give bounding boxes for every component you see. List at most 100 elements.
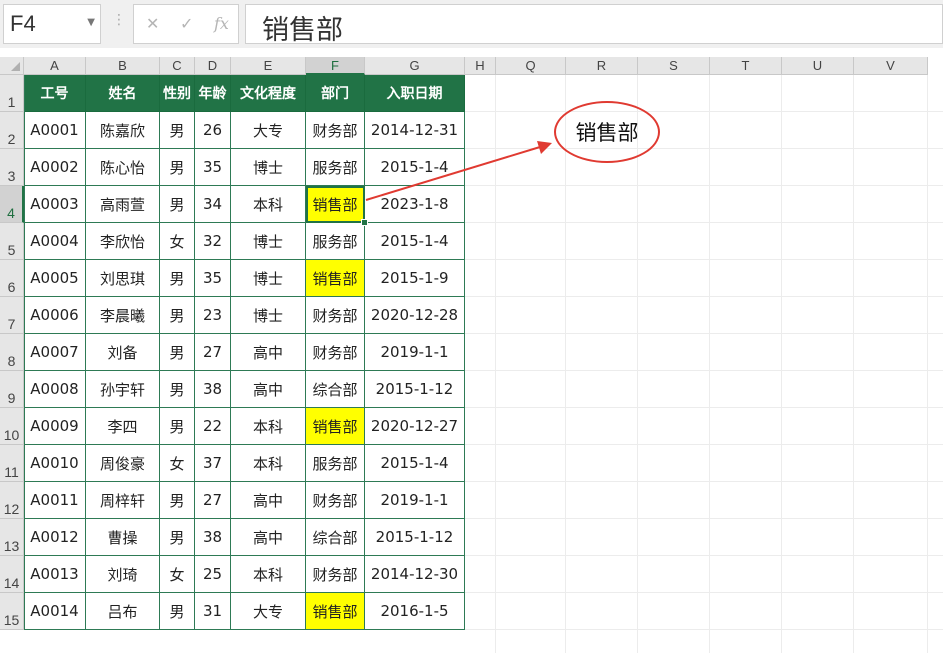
- row-header-12[interactable]: 12: [0, 482, 24, 519]
- table-header-cell[interactable]: 入职日期: [365, 75, 465, 112]
- table-cell[interactable]: 22: [195, 408, 231, 445]
- table-cell[interactable]: 2014-12-31: [365, 112, 465, 149]
- table-cell[interactable]: 财务部: [306, 556, 365, 593]
- table-cell[interactable]: 高中: [231, 482, 306, 519]
- table-cell[interactable]: 37: [195, 445, 231, 482]
- table-cell[interactable]: 本科: [231, 445, 306, 482]
- formula-input[interactable]: 销售部: [245, 4, 943, 46]
- drag-handle-icon[interactable]: ⋮: [112, 12, 126, 28]
- table-cell[interactable]: A0009: [24, 408, 86, 445]
- row-header-3[interactable]: 3: [0, 149, 24, 186]
- row-header-13[interactable]: 13: [0, 519, 24, 556]
- table-cell[interactable]: A0013: [24, 556, 86, 593]
- row-header-6[interactable]: 6: [0, 260, 24, 297]
- table-cell[interactable]: 财务部: [306, 334, 365, 371]
- table-header-cell[interactable]: 性别: [160, 75, 195, 112]
- row-header-14[interactable]: 14: [0, 556, 24, 593]
- column-header-s[interactable]: S: [638, 57, 710, 75]
- column-header-g[interactable]: G: [365, 57, 465, 75]
- row-header-4[interactable]: 4: [0, 186, 24, 223]
- fill-handle[interactable]: [361, 219, 368, 226]
- table-cell[interactable]: 2015-1-12: [365, 519, 465, 556]
- table-cell[interactable]: 博士: [231, 223, 306, 260]
- table-cell[interactable]: 陈嘉欣: [86, 112, 160, 149]
- chevron-down-icon[interactable]: ▼: [87, 17, 95, 28]
- column-header-d[interactable]: D: [195, 57, 231, 75]
- table-cell[interactable]: 男: [160, 186, 195, 223]
- table-cell[interactable]: A0003: [24, 186, 86, 223]
- table-cell[interactable]: 周梓轩: [86, 482, 160, 519]
- table-cell[interactable]: 31: [195, 593, 231, 630]
- table-cell[interactable]: 博士: [231, 260, 306, 297]
- table-cell[interactable]: 2015-1-12: [365, 371, 465, 408]
- table-cell[interactable]: 2019-1-1: [365, 482, 465, 519]
- table-cell[interactable]: 男: [160, 519, 195, 556]
- row-header-15[interactable]: 15: [0, 593, 24, 630]
- confirm-icon[interactable]: ✓: [180, 14, 193, 33]
- table-cell[interactable]: 女: [160, 556, 195, 593]
- table-cell[interactable]: 35: [195, 260, 231, 297]
- table-cell[interactable]: 男: [160, 593, 195, 630]
- table-cell[interactable]: 男: [160, 408, 195, 445]
- table-cell[interactable]: 财务部: [306, 482, 365, 519]
- table-cell[interactable]: 35: [195, 149, 231, 186]
- table-cell[interactable]: 大专: [231, 112, 306, 149]
- fx-icon[interactable]: fx: [214, 14, 229, 33]
- table-cell[interactable]: A0012: [24, 519, 86, 556]
- row-header-9[interactable]: 9: [0, 371, 24, 408]
- select-all-corner[interactable]: [0, 57, 24, 75]
- table-cell[interactable]: 38: [195, 519, 231, 556]
- table-cell[interactable]: 女: [160, 223, 195, 260]
- column-header-f[interactable]: F: [306, 57, 365, 75]
- table-cell[interactable]: 销售部: [306, 186, 365, 223]
- table-cell[interactable]: 高雨萱: [86, 186, 160, 223]
- table-cell[interactable]: 周俊豪: [86, 445, 160, 482]
- table-cell[interactable]: A0007: [24, 334, 86, 371]
- table-cell[interactable]: A0005: [24, 260, 86, 297]
- table-cell[interactable]: 男: [160, 371, 195, 408]
- table-cell[interactable]: 2020-12-28: [365, 297, 465, 334]
- table-cell[interactable]: A0014: [24, 593, 86, 630]
- table-cell[interactable]: 刘思琪: [86, 260, 160, 297]
- table-cell[interactable]: A0001: [24, 112, 86, 149]
- table-cell[interactable]: 男: [160, 334, 195, 371]
- table-cell[interactable]: 2015-1-4: [365, 223, 465, 260]
- table-cell[interactable]: 大专: [231, 593, 306, 630]
- table-cell[interactable]: 博士: [231, 297, 306, 334]
- column-header-q[interactable]: Q: [496, 57, 566, 75]
- table-cell[interactable]: 高中: [231, 371, 306, 408]
- column-header-b[interactable]: B: [86, 57, 160, 75]
- column-header-v[interactable]: V: [854, 57, 928, 75]
- table-cell[interactable]: 销售部: [306, 408, 365, 445]
- table-cell[interactable]: 李欣怡: [86, 223, 160, 260]
- table-cell[interactable]: 27: [195, 334, 231, 371]
- table-cell[interactable]: 2015-1-4: [365, 149, 465, 186]
- column-header-a[interactable]: A: [24, 57, 86, 75]
- table-cell[interactable]: 刘琦: [86, 556, 160, 593]
- column-header-c[interactable]: C: [160, 57, 195, 75]
- table-cell[interactable]: 2016-1-5: [365, 593, 465, 630]
- row-header-11[interactable]: 11: [0, 445, 24, 482]
- table-cell[interactable]: A0011: [24, 482, 86, 519]
- table-cell[interactable]: 财务部: [306, 297, 365, 334]
- row-header-5[interactable]: 5: [0, 223, 24, 260]
- row-header-7[interactable]: 7: [0, 297, 24, 334]
- table-cell[interactable]: 刘备: [86, 334, 160, 371]
- table-cell[interactable]: A0006: [24, 297, 86, 334]
- column-header-e[interactable]: E: [231, 57, 306, 75]
- table-header-cell[interactable]: 文化程度: [231, 75, 306, 112]
- table-cell[interactable]: 男: [160, 260, 195, 297]
- table-cell[interactable]: 男: [160, 297, 195, 334]
- table-cell[interactable]: A0010: [24, 445, 86, 482]
- table-cell[interactable]: 财务部: [306, 112, 365, 149]
- table-cell[interactable]: 高中: [231, 519, 306, 556]
- table-cell[interactable]: 32: [195, 223, 231, 260]
- row-header-1[interactable]: 1: [0, 75, 24, 112]
- table-cell[interactable]: 男: [160, 149, 195, 186]
- cancel-icon[interactable]: ✕: [146, 14, 159, 33]
- table-cell[interactable]: 吕布: [86, 593, 160, 630]
- table-cell[interactable]: 23: [195, 297, 231, 334]
- row-header-10[interactable]: 10: [0, 408, 24, 445]
- table-cell[interactable]: 2015-1-9: [365, 260, 465, 297]
- table-cell[interactable]: 26: [195, 112, 231, 149]
